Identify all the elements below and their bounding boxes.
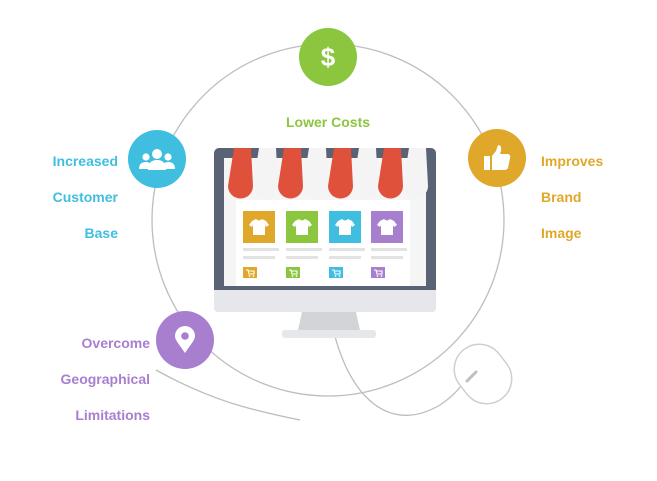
label-line: Image: [541, 225, 582, 241]
label-increased-customer-base: Increased Customer Base: [53, 134, 118, 260]
label-line: Limitations: [75, 407, 150, 423]
text-line: [329, 248, 365, 251]
text-line: [371, 256, 403, 259]
text-line: [243, 256, 275, 259]
label-line: Increased: [52, 153, 118, 169]
text-line: [329, 256, 361, 259]
dollar-icon: $: [321, 42, 336, 72]
benefit-circle: $: [299, 28, 357, 86]
label-line: Lower Costs: [286, 114, 371, 130]
mouse-icon: [453, 343, 513, 405]
text-line: [286, 248, 322, 251]
text-line: [286, 256, 318, 259]
cart-icon: [329, 267, 343, 278]
label-line: Overcome: [81, 335, 150, 351]
cart-icon: [371, 267, 385, 278]
online-store-benefits-diagram: $ Lower Costs Increased Customer Base Im…: [0, 0, 657, 476]
label-line: Base: [84, 225, 118, 241]
label-line: Geographical: [60, 371, 150, 387]
benefit-circle: [468, 129, 526, 187]
ring-tail: [155, 369, 301, 421]
text-line: [371, 248, 407, 251]
monitor-stand: [282, 312, 376, 338]
label-line: Customer: [52, 189, 118, 205]
label-overcome-geographical-limitations: Overcome Geographical Limitations: [61, 316, 150, 442]
label-lower-costs: Lower Costs: [286, 95, 370, 149]
cart-icon: [243, 267, 257, 278]
cart-icon: [286, 267, 300, 278]
label-improves-brand-image: Improves Brand Image: [541, 134, 603, 260]
svg-text:$: $: [321, 42, 336, 72]
benefit-circle: [128, 130, 186, 188]
label-line: Improves: [541, 153, 604, 169]
benefit-circle: [156, 311, 214, 369]
text-line: [243, 248, 279, 251]
label-line: Brand: [541, 189, 582, 205]
